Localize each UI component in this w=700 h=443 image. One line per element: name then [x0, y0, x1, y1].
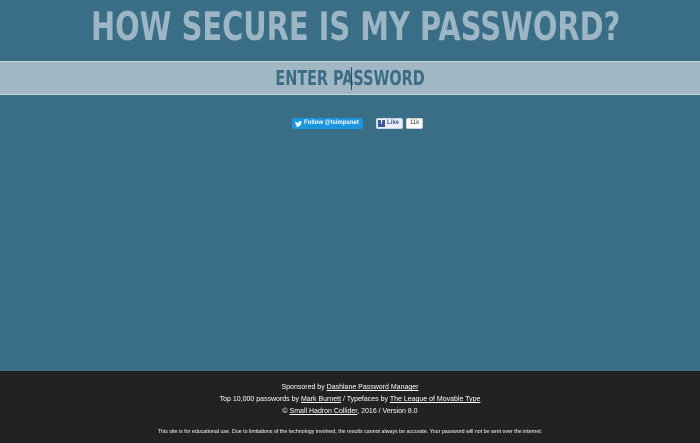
- top-passwords-prefix: Top 10,000 passwords by: [219, 396, 299, 403]
- facebook-like-button[interactable]: f Like: [376, 118, 404, 129]
- footer-credits-line: Top 10,000 passwords by Mark Burnett / T…: [0, 396, 700, 403]
- copyright-suffix: , 2016 / Version 8.0: [357, 408, 418, 415]
- copyright-symbol: ©: [282, 408, 288, 415]
- footer-disclaimer: This site is for educational use. Due to…: [157, 429, 543, 435]
- text-caret: [351, 67, 352, 90]
- sponsor-link[interactable]: Dashlane Password Manager: [327, 384, 419, 391]
- twitter-follow-button[interactable]: Follow @tsimpsnet: [292, 118, 363, 129]
- footer-sponsor-line: Sponsored by Dashlane Password Manager: [0, 384, 700, 391]
- twitter-follow-label: Follow @tsimpsnet: [304, 120, 359, 126]
- page: HOW SECURE IS MY PASSWORD? Follow @tsimp…: [0, 0, 700, 443]
- social-buttons: Follow @tsimpsnet f Like 11k: [0, 118, 700, 132]
- author-link[interactable]: Mark Burnett: [301, 396, 341, 403]
- password-band: [0, 61, 700, 95]
- sponsored-prefix: Sponsored by: [281, 384, 325, 391]
- facebook-like-count: 11k: [406, 118, 424, 129]
- company-link[interactable]: Small Hadron Collider: [290, 408, 358, 415]
- page-title: HOW SECURE IS MY PASSWORD?: [91, 5, 621, 50]
- footer-copyright-line: © Small Hadron Collider, 2016 / Version …: [0, 408, 700, 415]
- footer: Sponsored by Dashlane Password Manager T…: [0, 371, 700, 443]
- facebook-like-label: Like: [387, 120, 400, 126]
- facebook-icon: f: [378, 120, 385, 127]
- typeface-link[interactable]: The League of Movable Type: [390, 396, 481, 403]
- typefaces-prefix: / Typefaces by: [342, 396, 388, 403]
- facebook-like-widget: f Like 11k: [376, 118, 424, 129]
- twitter-bird-icon: [295, 120, 302, 127]
- password-input[interactable]: [97, 62, 602, 94]
